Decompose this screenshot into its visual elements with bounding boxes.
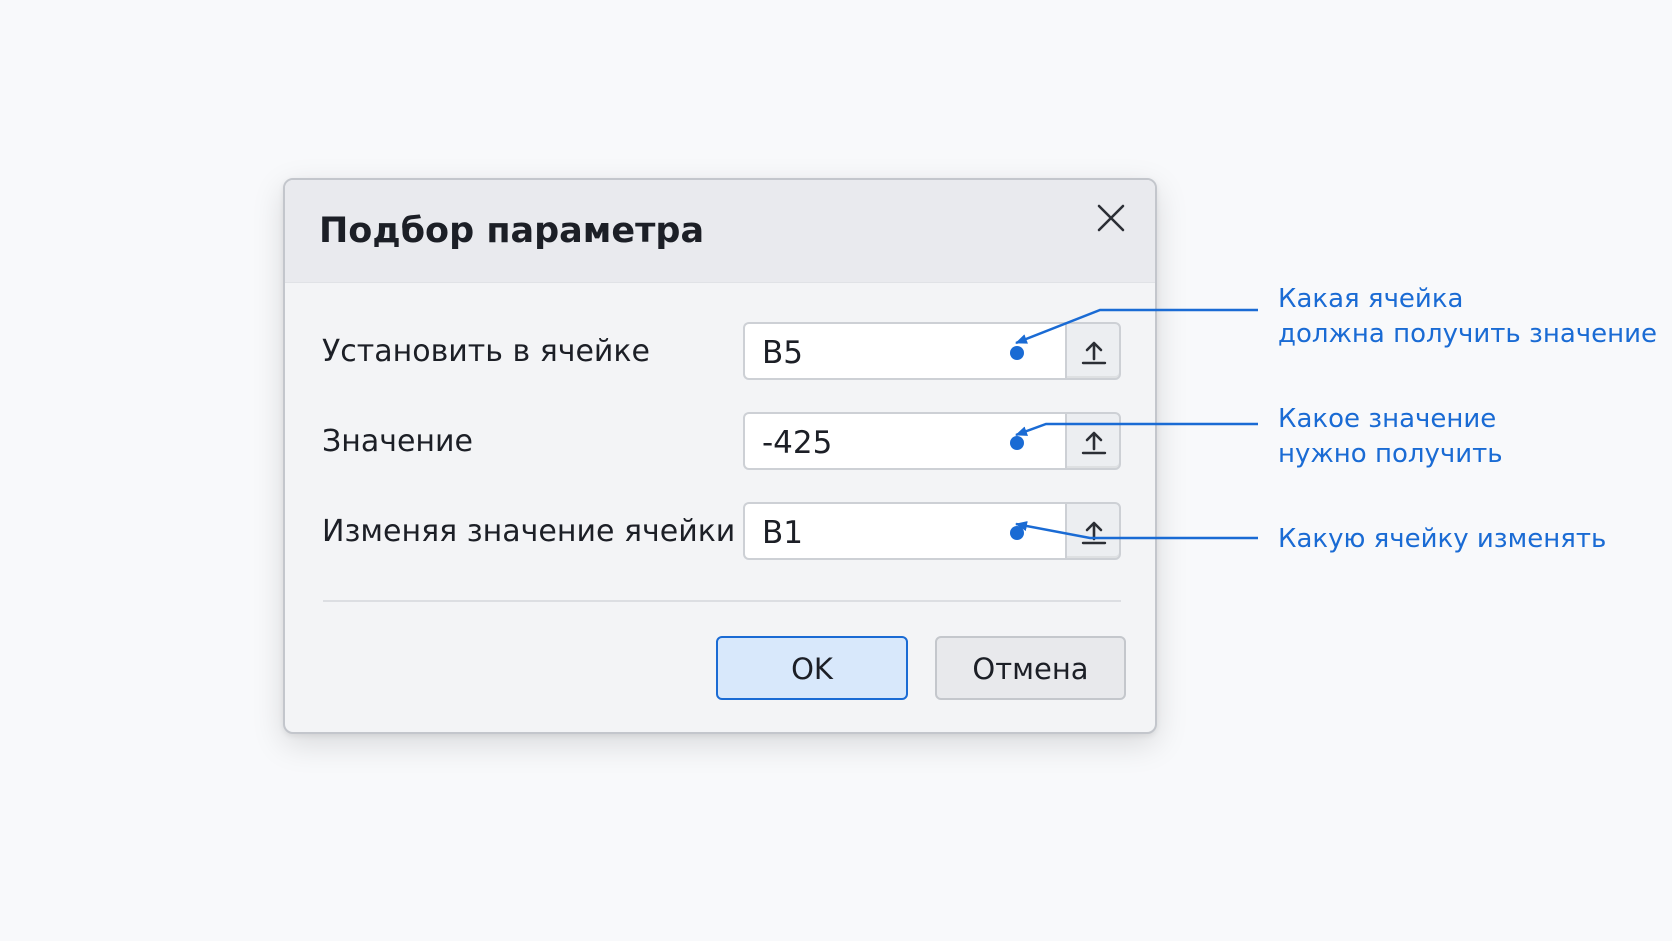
- annotation-text: Какая ячейка: [1278, 284, 1464, 314]
- dialog-divider: [323, 600, 1121, 602]
- annotation-marker-dot: [1010, 526, 1024, 540]
- changing-cell-label: Изменяя значение ячейки: [322, 514, 736, 549]
- field-row-to-value: Значение -425: [285, 410, 1155, 474]
- ok-button[interactable]: OK: [716, 636, 908, 700]
- annotation-text: должна получить значение: [1278, 319, 1658, 349]
- dialog-title: Подбор параметра: [319, 211, 705, 251]
- close-icon: [1097, 204, 1125, 232]
- set-cell-label: Установить в ячейке: [322, 334, 650, 369]
- set-cell-input[interactable]: B5: [743, 322, 1066, 380]
- changing-cell-input[interactable]: B1: [743, 502, 1066, 560]
- field-row-changing-cell: Изменяя значение ячейки B1: [285, 500, 1155, 564]
- upload-arrow-icon: [1081, 431, 1107, 455]
- to-value-label: Значение: [322, 424, 473, 459]
- annotation-marker-dot: [1010, 346, 1024, 360]
- changing-cell-value: B1: [762, 515, 803, 551]
- cancel-button[interactable]: Отмена: [935, 636, 1126, 700]
- goal-seek-dialog: Подбор параметра Установить в ячейке B5 …: [283, 178, 1157, 734]
- set-cell-value: B5: [762, 335, 803, 371]
- to-value-range-picker-button[interactable]: [1065, 412, 1121, 470]
- dialog-titlebar: Подбор параметра: [285, 180, 1155, 283]
- annotation-set-cell: Какая ячейка должна получить значение: [1278, 282, 1657, 352]
- upload-arrow-icon: [1081, 521, 1107, 545]
- annotation-text: нужно получить: [1278, 439, 1503, 469]
- annotation-marker-dot: [1010, 436, 1024, 450]
- annotation-changing-cell: Какую ячейку изменять: [1278, 522, 1606, 557]
- to-value-value: -425: [762, 425, 833, 461]
- close-button[interactable]: [1091, 198, 1131, 238]
- annotation-to-value: Какое значение нужно получить: [1278, 402, 1503, 472]
- annotation-text: Какое значение: [1278, 404, 1497, 434]
- field-row-set-cell: Установить в ячейке B5: [285, 320, 1155, 384]
- upload-arrow-icon: [1081, 341, 1107, 365]
- changing-cell-range-picker-button[interactable]: [1065, 502, 1121, 560]
- to-value-input[interactable]: -425: [743, 412, 1066, 470]
- annotation-text: Какую ячейку изменять: [1278, 524, 1607, 554]
- set-cell-range-picker-button[interactable]: [1065, 322, 1121, 380]
